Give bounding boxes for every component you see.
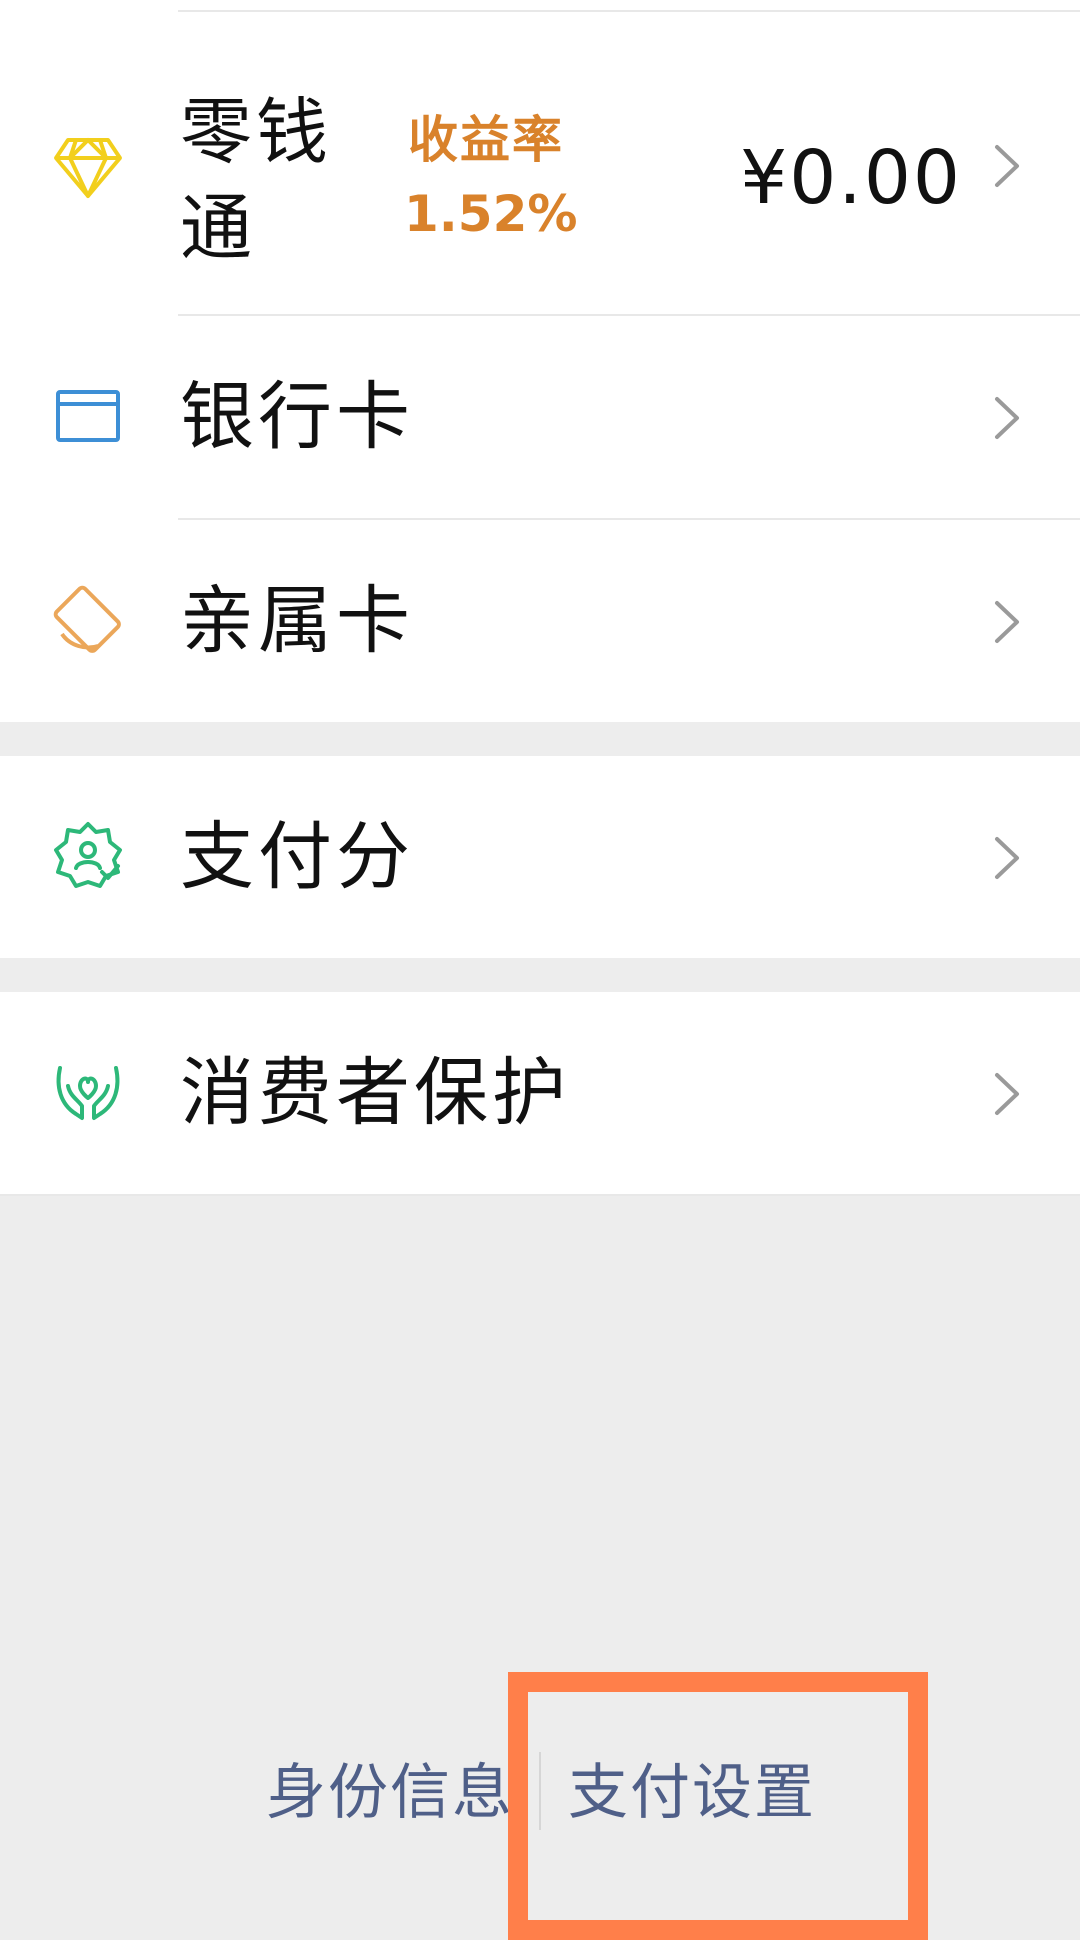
row-wallet-balance[interactable]: 零钱通 收益率 1.52% ¥0.00 [0,12,1080,314]
identity-info-link[interactable]: 身份信息 [266,1758,514,1828]
row-consumer-protection[interactable]: 消费者保护 [0,992,1080,1194]
wallet-section-main: 零钱通 收益率 1.52% ¥0.00 银行卡 亲属卡 [0,0,1080,722]
chevron-right-icon [992,394,1022,442]
footer-separator [539,1752,541,1830]
pay-score-icon [52,820,124,892]
yield-title: 收益率 [408,111,564,169]
bank-card-label: 银行卡 [180,374,414,460]
wallet-balance: ¥0.00 [740,135,962,221]
family-card-label: 亲属卡 [180,578,414,664]
consumer-protection-label: 消费者保护 [180,1050,570,1136]
chevron-right-icon [992,598,1022,646]
consumer-protection-section: 消费者保护 [0,992,1080,1196]
yield-value: 1.52% [404,185,578,243]
pay-score-label: 支付分 [180,814,414,900]
chevron-right-icon [992,834,1022,882]
row-family-card[interactable]: 亲属卡 [0,520,1080,722]
bank-card-icon [52,380,124,452]
bottom-divider [0,1194,1080,1196]
chevron-right-icon [992,142,1022,190]
row-pay-score[interactable]: 支付分 [0,756,1080,958]
diamond-icon [52,130,124,202]
pay-score-section: 支付分 [0,756,1080,958]
family-card-icon [52,584,124,656]
row-bank-card[interactable]: 银行卡 [0,316,1080,518]
wallet-label: 零钱通 [180,90,333,270]
chevron-right-icon [992,1070,1022,1118]
consumer-protection-icon [52,1056,124,1128]
payment-settings-link[interactable]: 支付设置 [568,1758,816,1828]
